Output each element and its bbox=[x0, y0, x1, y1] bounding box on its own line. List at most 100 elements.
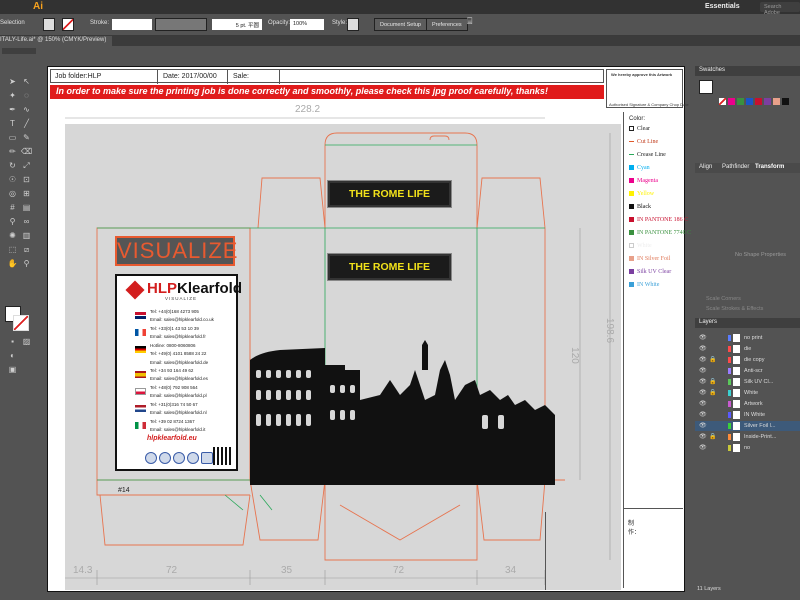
legend-item: IN PANTONE 7740 C bbox=[629, 230, 691, 236]
certification-badge-icon bbox=[187, 452, 199, 464]
legend-item: IN White bbox=[629, 282, 659, 288]
swatch-black[interactable] bbox=[782, 98, 789, 105]
legend-title: Color: bbox=[629, 116, 646, 122]
lock-icon: 🔒 bbox=[709, 357, 717, 363]
legend-item: Black bbox=[629, 204, 651, 210]
lock-icon: 🔒 bbox=[709, 434, 717, 440]
legend-item: Crease Line bbox=[629, 152, 666, 158]
legend-item: Magenta bbox=[629, 178, 658, 184]
legend-item: IN PANTONE 186 C bbox=[629, 217, 688, 223]
dim-bottom-1: 14.3 bbox=[73, 565, 93, 576]
scale-corners-checkbox[interactable]: Scale Corners bbox=[706, 296, 741, 302]
qr-code-icon bbox=[213, 447, 231, 465]
swatch-red[interactable] bbox=[755, 98, 762, 105]
transform-panel-tabs: Align Pathfinder Transform bbox=[695, 163, 800, 173]
scale-strokes-checkbox[interactable]: Scale Strokes & Effects bbox=[706, 306, 763, 312]
cut-notch bbox=[429, 135, 450, 141]
flag-poland-icon bbox=[135, 388, 146, 395]
layer-row[interactable]: 👁 🔒 Silk UV Cl... bbox=[695, 377, 800, 387]
color-legend: Color: Clear Cut Line Crease Line Cyan M… bbox=[623, 112, 691, 508]
visibility-eye-icon: 👁 bbox=[699, 379, 707, 385]
layers-panel-header[interactable]: Layers bbox=[695, 318, 800, 328]
legend-item: IN Silver Foil bbox=[629, 256, 670, 262]
certification-badge-icon bbox=[173, 452, 185, 464]
dim-bottom-2: 72 bbox=[166, 565, 178, 576]
dim-ticks bbox=[96, 570, 546, 585]
layer-row[interactable]: 👁 Anti-scr bbox=[695, 366, 800, 376]
layer-row[interactable]: 👁 no bbox=[695, 443, 800, 453]
flag-france-icon bbox=[135, 329, 146, 336]
visibility-eye-icon: 👁 bbox=[699, 412, 707, 418]
layer-row[interactable]: 👁 🔒 die copy bbox=[695, 355, 800, 365]
visibility-eye-icon: 👁 bbox=[699, 423, 707, 429]
lock-icon: 🔒 bbox=[709, 379, 717, 385]
legend-item: Silk UV Clear bbox=[629, 269, 671, 275]
visibility-eye-icon: 👁 bbox=[699, 445, 707, 451]
layer-row-selected[interactable]: 👁 Silver Foil l... bbox=[695, 421, 800, 431]
hlp-logo-icon bbox=[125, 280, 145, 300]
cut-bottom-flap-2 bbox=[324, 480, 478, 561]
title-label-front[interactable]: THE ROME LIFE bbox=[327, 253, 452, 281]
tab-pathfinder[interactable]: Pathfinder bbox=[722, 164, 749, 170]
maker-label: 制作： bbox=[628, 521, 641, 536]
no-shape-properties: No Shape Properties bbox=[735, 252, 787, 258]
maker-box: 制作： bbox=[545, 512, 640, 590]
visibility-eye-icon: 👁 bbox=[699, 346, 707, 352]
layers-count: 11 Layers bbox=[697, 586, 721, 592]
legend-item: Clear bbox=[629, 126, 650, 132]
flag-uk-icon bbox=[135, 312, 146, 319]
visibility-eye-icon: 👁 bbox=[699, 434, 707, 440]
cut-bottom-flap-3 bbox=[476, 479, 546, 541]
flag-netherlands-icon bbox=[135, 405, 146, 412]
dim-bottom-3: 35 bbox=[281, 565, 293, 576]
layer-row[interactable]: 👁 🔒 White bbox=[695, 388, 800, 398]
dim-bottom-5: 34 bbox=[505, 565, 517, 576]
cut-top-tuck bbox=[324, 132, 478, 146]
swatches-panel-header[interactable]: Swatches bbox=[695, 66, 800, 76]
tab-transform[interactable]: Transform bbox=[755, 164, 784, 170]
swatch-fill-preview[interactable] bbox=[699, 80, 713, 94]
website-link: hlpklearfold.eu bbox=[147, 435, 197, 442]
visibility-eye-icon: 👁 bbox=[699, 390, 707, 396]
swatch-purple[interactable] bbox=[764, 98, 771, 105]
legend-item: White bbox=[629, 243, 652, 249]
rome-skyline-artwork[interactable] bbox=[250, 340, 555, 485]
cut-bottom-flap-0 bbox=[99, 494, 251, 546]
dim-right-outer: 198.6 bbox=[604, 317, 616, 344]
tab-align[interactable]: Align bbox=[699, 164, 712, 170]
visibility-eye-icon: 👁 bbox=[699, 335, 707, 341]
certification-badge-icon bbox=[201, 452, 213, 464]
cut-dust-flap-right bbox=[476, 177, 546, 229]
lock-icon: 🔒 bbox=[709, 390, 717, 396]
cut-dust-flap-left bbox=[257, 177, 326, 229]
swatch-none[interactable] bbox=[719, 98, 726, 105]
layer-row[interactable]: 👁 no print bbox=[695, 333, 800, 343]
swatch-magenta[interactable] bbox=[728, 98, 735, 105]
hlp-logo: HLPKlearfold bbox=[147, 280, 243, 297]
cut-lock bbox=[339, 504, 461, 541]
visibility-eye-icon: 👁 bbox=[699, 357, 707, 363]
title-label-top[interactable]: THE ROME LIFE bbox=[327, 180, 452, 208]
layer-row[interactable]: 👁 🔒 Inside-Print... bbox=[695, 432, 800, 442]
visualize-label[interactable]: VISUALIZE bbox=[115, 236, 237, 266]
dim-top: 228.2 bbox=[295, 104, 321, 115]
contact-card[interactable]: HLPKlearfold VISUALIZE Tel: +44(0)168 42… bbox=[115, 274, 242, 471]
flag-spain-icon bbox=[135, 371, 146, 378]
legend-item: Cut Line bbox=[629, 139, 658, 145]
dim-bottom-4: 72 bbox=[393, 565, 405, 576]
visibility-eye-icon: 👁 bbox=[699, 368, 707, 374]
dim-right-inner: 120 bbox=[568, 347, 580, 364]
swatch-blue[interactable] bbox=[746, 98, 753, 105]
swatch-green[interactable] bbox=[737, 98, 744, 105]
layer-row[interactable]: 👁 Artwork bbox=[695, 399, 800, 409]
certification-badge-icon bbox=[145, 452, 157, 464]
certification-badge-icon bbox=[159, 452, 171, 464]
part-number: #14 bbox=[118, 487, 130, 494]
flag-germany-icon bbox=[135, 346, 146, 353]
flag-italy-icon bbox=[135, 422, 146, 429]
legend-item: Yellow bbox=[629, 191, 654, 197]
swatch-silver[interactable] bbox=[773, 98, 780, 105]
legend-item: Cyan bbox=[629, 165, 650, 171]
layer-row[interactable]: 👁 IN White bbox=[695, 410, 800, 420]
layer-row[interactable]: 👁 die bbox=[695, 344, 800, 354]
